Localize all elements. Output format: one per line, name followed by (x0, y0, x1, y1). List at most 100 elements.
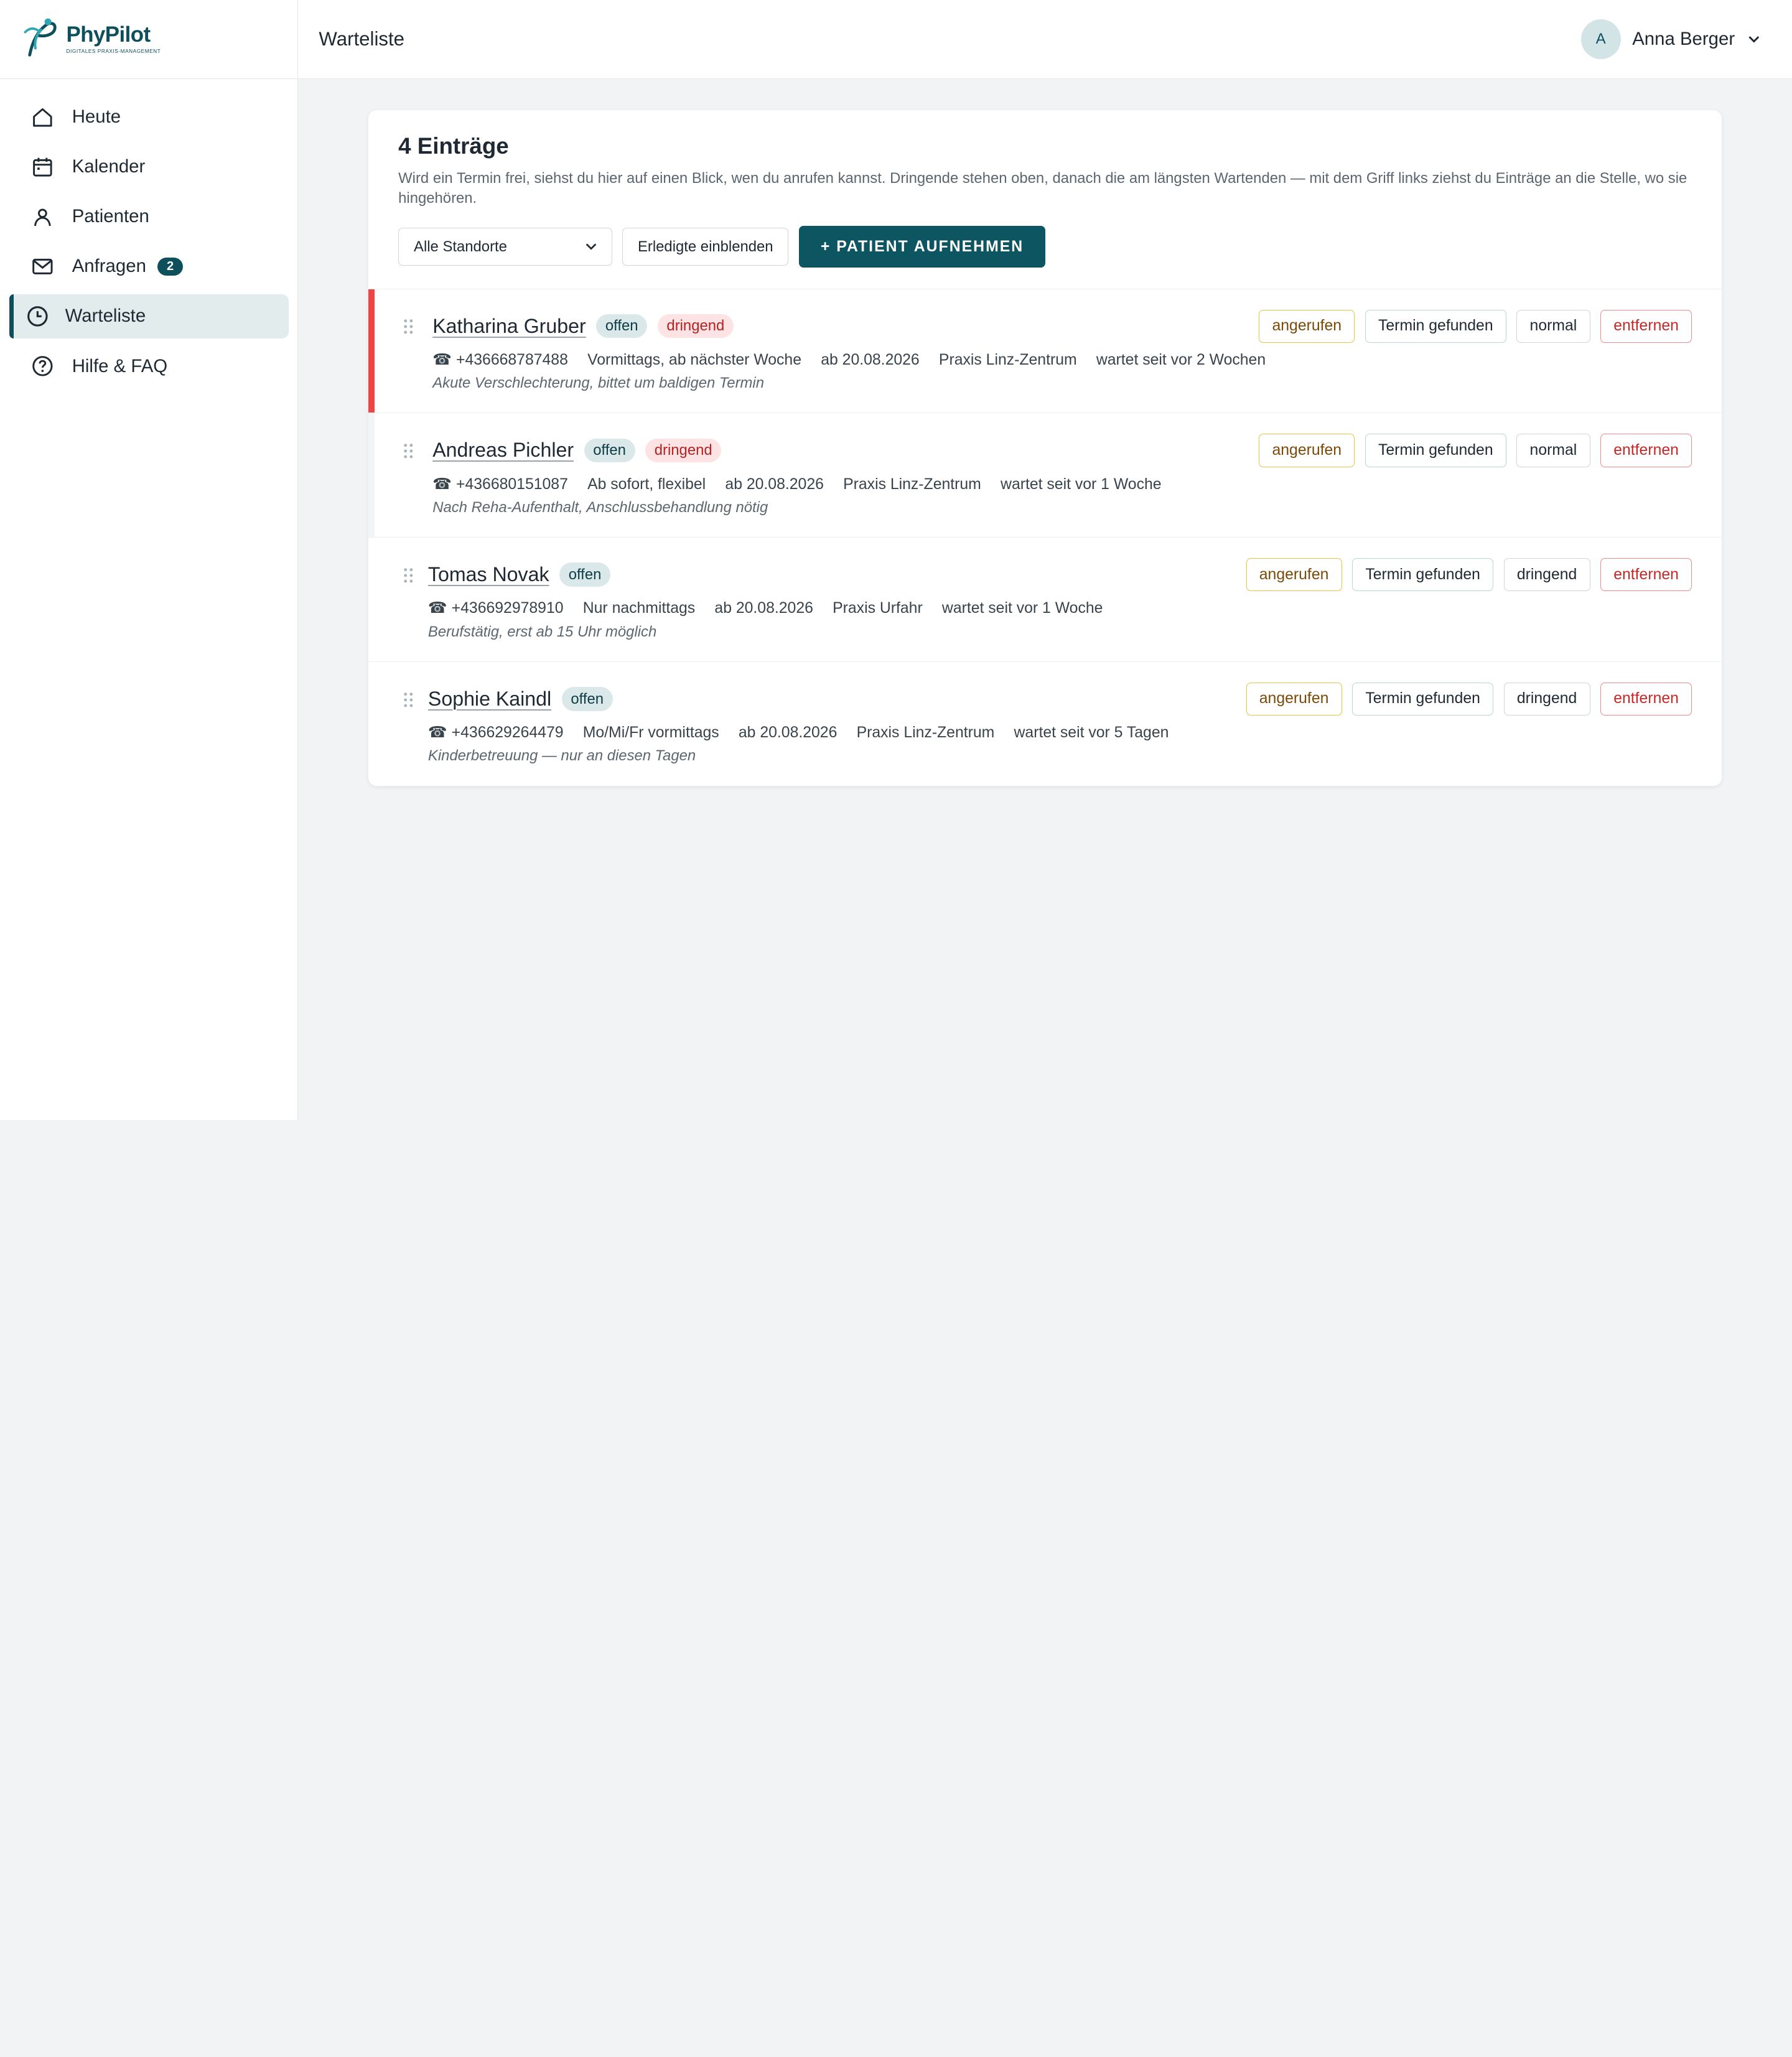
entry-note: Akute Verschlechterung, bittet um baldig… (432, 375, 764, 392)
location-select[interactable]: Alle Standorte (398, 228, 612, 266)
topbar: Warteliste A Anna Berger (298, 0, 1792, 79)
phone-number: ☎ +436692978910 (427, 600, 564, 617)
appointment-found-button[interactable]: Termin gefunden (1352, 682, 1494, 716)
waiting-time: wartet seit vor 1 Woche (1001, 475, 1162, 493)
available-from: ab 20.08.2026 (738, 724, 838, 742)
sidebar-item-hilfe[interactable]: Hilfe & FAQ (9, 344, 289, 389)
entry-name-row: Sophie Kaindl offen (428, 687, 613, 711)
chevron-down-icon (586, 243, 596, 251)
help-icon (30, 353, 55, 378)
entry-top-row: Andreas Pichler offen dringend angerufen… (432, 434, 1692, 467)
entry-note: Kinderbetreuung — nur an diesen Tagen (427, 747, 696, 765)
user-menu[interactable]: A Anna Berger (1580, 19, 1763, 59)
entry-meta: ☎ +436668787488 Vormittags, ab nächster … (432, 350, 1692, 371)
patient-name-link[interactable]: Katharina Gruber (432, 315, 586, 338)
available-from: ab 20.08.2026 (725, 475, 824, 493)
brand-text: PhyPilot DIGITALES PRAXIS-MANAGEMENT (67, 24, 161, 55)
phone-number: ☎ +436680151087 (432, 475, 568, 493)
drag-handle-icon[interactable] (403, 443, 414, 459)
card-controls: Alle Standorte Erledigte einblenden + PA… (398, 225, 1692, 268)
appointment-found-button[interactable]: Termin gefunden (1352, 558, 1494, 592)
patient-name-link[interactable]: Tomas Novak (428, 563, 549, 586)
location-select-value: Alle Standorte (414, 238, 507, 255)
available-from: ab 20.08.2026 (714, 600, 813, 617)
mark-called-button[interactable]: angerufen (1259, 309, 1355, 343)
set-priority-button[interactable]: dringend (1503, 682, 1590, 716)
content: 4 Einträge Wird ein Termin frei, siehst … (298, 79, 1792, 786)
phone-number: ☎ +436629264479 (427, 724, 564, 742)
entry-actions: angerufen Termin gefunden normal entfern… (1259, 434, 1692, 467)
entry-meta: ☎ +436680151087 Ab sofort, flexibel ab 2… (432, 474, 1692, 496)
waitlist-card: 4 Einträge Wird ein Termin frei, siehst … (368, 110, 1722, 786)
sidebar-item-label: Patienten (72, 206, 149, 227)
entry-top-row: Tomas Novak offen angerufen Termin gefun… (428, 558, 1692, 592)
waitlist-entry: Katharina Gruber offen dringend angerufe… (368, 289, 1722, 414)
sidebar-item-kalender[interactable]: Kalender (9, 144, 289, 189)
set-priority-button[interactable]: normal (1516, 434, 1590, 467)
entry-top-row: Katharina Gruber offen dringend angerufe… (432, 309, 1692, 343)
waiting-time: wartet seit vor 2 Wochen (1096, 351, 1266, 368)
user-name: Anna Berger (1632, 28, 1735, 49)
status-badge: offen (561, 687, 613, 711)
sidebar-item-warteliste[interactable]: Warteliste (9, 294, 289, 339)
entry-note: Nach Reha-Aufenthalt, Anschlussbehandlun… (432, 498, 768, 516)
sidebar-item-anfragen[interactable]: Anfragen 2 (9, 245, 289, 289)
mail-icon (30, 254, 55, 279)
appointment-found-button[interactable]: Termin gefunden (1365, 434, 1506, 467)
entry-actions: angerufen Termin gefunden normal entfern… (1259, 309, 1692, 343)
patient-name-link[interactable]: Andreas Pichler (432, 439, 574, 462)
entry-meta: ☎ +436629264479 Mo/Mi/Fr vormittags ab 2… (428, 722, 1692, 744)
sidebar-nav: Heute Kalender Patienten Anfragen 2 Wart… (0, 79, 297, 389)
waitlist-entry: Andreas Pichler offen dringend angerufen… (368, 413, 1722, 538)
calendar-icon (30, 154, 55, 179)
show-done-button[interactable]: Erledigte einblenden (622, 228, 789, 266)
drag-handle-icon[interactable] (403, 567, 414, 584)
availability: Mo/Mi/Fr vormittags (582, 724, 719, 742)
home-icon (30, 105, 55, 129)
drag-handle-icon[interactable] (403, 692, 414, 708)
mark-called-button[interactable]: angerufen (1246, 682, 1342, 716)
availability: Ab sofort, flexibel (587, 475, 706, 493)
status-badge: offen (596, 314, 648, 338)
location: Praxis Linz-Zentrum (856, 724, 995, 742)
remove-entry-button[interactable]: entfernen (1600, 558, 1692, 592)
remove-entry-button[interactable]: entfernen (1600, 309, 1692, 343)
status-badge: offen (559, 562, 611, 587)
sidebar-item-patienten[interactable]: Patienten (9, 195, 289, 240)
patient-name-link[interactable]: Sophie Kaindl (428, 688, 551, 711)
remove-entry-button[interactable]: entfernen (1600, 434, 1692, 467)
urgency-badge: dringend (645, 438, 722, 463)
add-patient-button[interactable]: + PATIENT AUFNEHMEN (798, 225, 1046, 268)
card-description: Wird ein Termin frei, siehst du hier auf… (398, 169, 1687, 207)
avatar: A (1580, 19, 1621, 59)
mark-called-button[interactable]: angerufen (1259, 434, 1355, 467)
set-priority-button[interactable]: dringend (1503, 558, 1590, 592)
entry-top-row: Sophie Kaindl offen angerufen Termin gef… (428, 682, 1692, 716)
phone-number: ☎ +436668787488 (432, 351, 568, 368)
mark-called-button[interactable]: angerufen (1246, 558, 1342, 592)
drag-handle-icon[interactable] (403, 319, 414, 335)
sidebar-item-label: Kalender (72, 156, 146, 177)
available-from: ab 20.08.2026 (821, 351, 920, 368)
entries-count-title: 4 Einträge (398, 133, 509, 159)
sidebar-item-heute[interactable]: Heute (9, 95, 289, 139)
anfragen-count-badge: 2 (157, 257, 183, 276)
waiting-time: wartet seit vor 5 Tagen (1014, 724, 1169, 742)
brand-tagline: DIGITALES PRAXIS-MANAGEMENT (66, 48, 161, 54)
brand-logo[interactable]: PhyPilot DIGITALES PRAXIS-MANAGEMENT (0, 0, 298, 79)
sidebar-item-label: Heute (72, 106, 121, 128)
entry-actions: angerufen Termin gefunden dringend entfe… (1246, 682, 1692, 716)
chevron-down-icon (1748, 36, 1760, 43)
waiting-time: wartet seit vor 1 Woche (941, 600, 1103, 617)
sidebar-item-label: Warteliste (65, 306, 146, 327)
appointment-found-button[interactable]: Termin gefunden (1365, 309, 1506, 343)
clock-icon (25, 304, 50, 329)
remove-entry-button[interactable]: entfernen (1600, 682, 1692, 716)
sidebar-item-label: Hilfe & FAQ (72, 355, 168, 376)
waitlist-entry: Tomas Novak offen angerufen Termin gefun… (368, 538, 1722, 662)
entry-meta: ☎ +436692978910 Nur nachmittags ab 20.08… (428, 598, 1692, 620)
phypilot-logo-icon (24, 18, 57, 57)
status-badge: offen (584, 438, 635, 463)
entry-actions: angerufen Termin gefunden dringend entfe… (1246, 558, 1692, 592)
set-priority-button[interactable]: normal (1516, 309, 1590, 343)
